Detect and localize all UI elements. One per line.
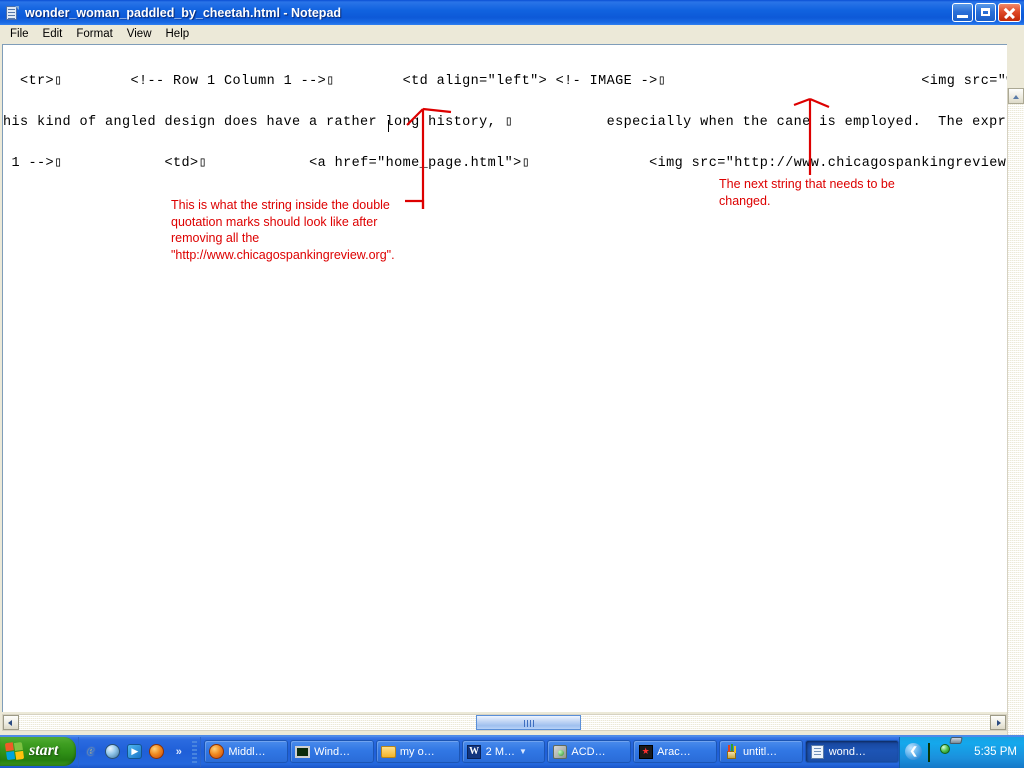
taskbar-item-middl[interactable]: Middl… bbox=[204, 740, 289, 763]
left-annotation-arrow bbox=[405, 107, 452, 209]
internet-explorer-icon[interactable]: e bbox=[82, 743, 99, 760]
tray-expand-chevron-icon[interactable]: ❮ bbox=[905, 743, 923, 760]
system-tray: ❮ 5:35 PM bbox=[899, 735, 1024, 768]
taskbar-item-my-o[interactable]: my o… bbox=[375, 740, 460, 763]
menu-item-format[interactable]: Format bbox=[69, 27, 119, 42]
show-more-chevron-icon[interactable]: » bbox=[170, 743, 187, 760]
taskbar-item-acd[interactable]: ACD… bbox=[547, 740, 632, 763]
menu-item-file[interactable]: File bbox=[3, 27, 36, 42]
taskbar-item-label: ACD… bbox=[571, 745, 606, 758]
close-button[interactable] bbox=[998, 3, 1021, 22]
firefox-icon[interactable] bbox=[148, 743, 165, 760]
taskbar-item-label: Middl… bbox=[228, 745, 266, 758]
scroll-left-button[interactable] bbox=[3, 715, 19, 730]
quick-launch-divider bbox=[192, 740, 198, 763]
maximize-restore-button[interactable] bbox=[975, 3, 996, 22]
menu-item-edit[interactable]: Edit bbox=[36, 27, 70, 42]
taskbar-item-label: Wind… bbox=[314, 745, 351, 758]
windows-logo-icon bbox=[4, 741, 25, 761]
chevron-down-icon[interactable]: ▼ bbox=[519, 747, 527, 756]
start-button[interactable]: start bbox=[0, 736, 77, 766]
network-connection-icon[interactable] bbox=[950, 744, 966, 760]
taskbar-item-label: wond… bbox=[828, 745, 866, 758]
folder-icon bbox=[380, 744, 396, 759]
taskbar-item-untitl[interactable]: untitl… bbox=[718, 740, 803, 763]
clock[interactable]: 5:35 PM bbox=[974, 746, 1017, 758]
editor-line: 1 -->▯ <td>▯ <a href="home_page.html">▯ … bbox=[3, 155, 1008, 171]
editor-line: his kind of angled design does have a ra… bbox=[3, 114, 1007, 130]
start-button-label: start bbox=[29, 742, 59, 759]
acdsee-icon bbox=[552, 744, 567, 759]
taskbar-item-wond[interactable]: wond… bbox=[804, 740, 900, 763]
taskbar-item-label: untitl… bbox=[742, 745, 778, 758]
taskbar-item-arac[interactable]: ★ Arac… bbox=[633, 740, 717, 763]
media-player-icon[interactable]: ▶ bbox=[126, 743, 143, 760]
editor-frame: <tr>▯ <!-- Row 1 Column 1 -->▯ <td align… bbox=[0, 44, 1024, 756]
desktop-screen: wonder_woman_paddled_by_cheetah.html - N… bbox=[0, 0, 1024, 768]
text-editor-canvas[interactable]: <tr>▯ <!-- Row 1 Column 1 -->▯ <td align… bbox=[2, 44, 1007, 712]
window-title: wonder_woman_paddled_by_cheetah.html - N… bbox=[25, 5, 342, 20]
monitor-icon bbox=[295, 744, 311, 759]
right-annotation-arrow bbox=[793, 97, 830, 175]
firefox-icon bbox=[209, 744, 225, 759]
taskbar: start e ▶ » Middl… Wind… my o… W 2 M… ▼ … bbox=[0, 735, 1024, 768]
taskbar-item-wind[interactable]: Wind… bbox=[290, 740, 374, 763]
quick-launch-bar: e ▶ » bbox=[78, 736, 202, 767]
taskbar-item-label: my o… bbox=[399, 745, 435, 758]
taskbar-item-label: 2 M… bbox=[485, 745, 515, 758]
editor-line: <tr>▯ <!-- Row 1 Column 1 -->▯ <td align… bbox=[20, 74, 1007, 90]
outlook-express-icon[interactable] bbox=[104, 743, 121, 760]
window-titlebar[interactable]: wonder_woman_paddled_by_cheetah.html - N… bbox=[0, 0, 1024, 25]
horizontal-scrollbar[interactable] bbox=[2, 714, 1007, 731]
taskbar-buttons: Middl… Wind… my o… W 2 M… ▼ ACD… ★ Arac…… bbox=[201, 735, 900, 768]
horizontal-scroll-thumb[interactable] bbox=[476, 715, 581, 730]
scroll-right-button[interactable] bbox=[990, 715, 1006, 730]
menu-bar: File Edit Format View Help bbox=[0, 25, 1024, 44]
right-annotation-text: The next string that needs to be changed… bbox=[719, 177, 895, 208]
scroll-up-button[interactable] bbox=[1008, 88, 1024, 104]
notepad-window: wonder_woman_paddled_by_cheetah.html - N… bbox=[0, 0, 1024, 756]
taskbar-item-2-m[interactable]: W 2 M… ▼ bbox=[461, 740, 546, 763]
vertical-scrollbar[interactable] bbox=[1007, 88, 1024, 756]
notepad-icon bbox=[810, 744, 825, 759]
minimize-button[interactable] bbox=[952, 3, 973, 22]
paint-cup-icon bbox=[724, 744, 739, 759]
taskbar-item-label: Arac… bbox=[657, 745, 691, 758]
menu-item-view[interactable]: View bbox=[120, 27, 159, 42]
notepad-document-icon bbox=[4, 5, 20, 21]
window-controls bbox=[952, 3, 1024, 22]
arachnophilia-icon: ★ bbox=[638, 744, 653, 759]
menu-item-help[interactable]: Help bbox=[159, 27, 197, 42]
left-annotation-text: This is what the string inside the doubl… bbox=[171, 198, 395, 262]
text-caret bbox=[388, 120, 389, 132]
word-icon: W bbox=[467, 744, 482, 759]
